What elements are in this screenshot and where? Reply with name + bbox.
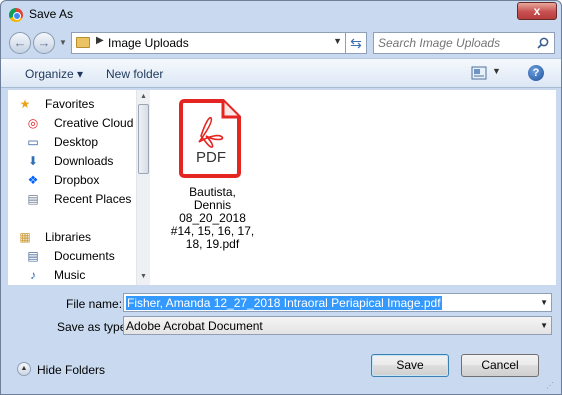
chevron-down-icon[interactable]: ▼ — [540, 321, 548, 330]
sidebar-item-label: Creative Cloud Fi — [54, 116, 136, 130]
chevron-down-icon[interactable]: ▼ — [540, 298, 548, 307]
search-box[interactable] — [373, 32, 555, 54]
close-button[interactable]: x — [517, 2, 557, 20]
sidebar-item-label: Documents — [54, 249, 115, 263]
sidebar-item-creative-cloud-fi[interactable]: ◎ Creative Cloud Fi — [8, 114, 136, 133]
command-bar: Organize ▾ New folder ▼ ? — [1, 58, 561, 88]
sidebar-item-documents[interactable]: ▤ Documents — [8, 247, 136, 266]
chevron-up-icon: ▲ — [17, 362, 31, 376]
downloads-icon: ⬇ — [27, 154, 39, 168]
music-icon: ♪ — [30, 268, 36, 282]
sidebar-item-label: Music — [54, 268, 86, 282]
cancel-button[interactable]: Cancel — [461, 354, 539, 377]
title-bar: Save As x — [1, 1, 561, 28]
sidebar-item-recent-places[interactable]: ▤ Recent Places — [8, 190, 136, 209]
recent-places-icon: ▤ — [27, 192, 39, 206]
sidebar-item-desktop[interactable]: ▭ Desktop — [8, 133, 136, 152]
chrome-icon — [9, 8, 23, 22]
libraries-icon: ▦ — [19, 230, 31, 244]
documents-icon: ▤ — [27, 249, 39, 263]
back-button[interactable]: ← — [9, 32, 31, 54]
sidebar-item-label: Downloads — [54, 154, 114, 168]
creative-cloud-icon: ◎ — [27, 116, 39, 130]
save-form: File name: Fisher, Amanda 12_27_2018 Int… — [1, 286, 561, 394]
save-type-field-label: Save as type: — [57, 320, 130, 334]
navigation-scrollbar[interactable]: ▲ ▼ — [136, 90, 150, 285]
sidebar-item-dropbox[interactable]: ❖ Dropbox — [8, 171, 136, 190]
file-item[interactable]: PDF Bautista, Dennis 08_20_2018 #14, 15,… — [170, 95, 255, 251]
breadcrumb-separator[interactable]: ▶ — [96, 35, 104, 46]
navigation-pane: ★ Favorites ◎ Creative Cloud Fi ▭ Desktop ⬇ Dow… — [8, 90, 148, 285]
search-input[interactable] — [376, 35, 534, 51]
dropbox-icon: ❖ — [27, 173, 39, 187]
breadcrumb[interactable]: Image Uploads — [108, 36, 189, 50]
sidebar-item-label: Dropbox — [54, 173, 100, 187]
sidebar-item-label: Favorites — [45, 97, 95, 111]
save-type-select[interactable]: Adobe Acrobat Document ▼ — [123, 316, 552, 335]
pdf-badge-label: PDF — [196, 149, 226, 166]
save-type-value[interactable]: Adobe Acrobat Document — [126, 319, 263, 333]
file-name-value[interactable]: Fisher, Amanda 12_27_2018 Intraoral Peri… — [126, 296, 442, 310]
folder-icon — [76, 37, 90, 48]
scrollbar-thumb[interactable] — [138, 104, 149, 174]
hide-folders-label: Hide Folders — [37, 363, 106, 377]
navigation-bar: ← → ▼ ▶ Image Uploads ▼ ⇆ — [1, 28, 561, 58]
scroll-up-icon[interactable]: ▲ — [140, 93, 147, 100]
save-as-dialog: Save As x ← → ▼ ▶ Image Uploads ▼ ⇆ Orga… — [0, 0, 562, 395]
save-button[interactable]: Save — [371, 354, 449, 377]
forward-button[interactable]: → — [33, 32, 55, 54]
scroll-down-icon[interactable]: ▼ — [140, 273, 147, 280]
star-icon: ★ — [19, 97, 31, 111]
organize-menu[interactable]: Organize ▾ — [25, 67, 83, 81]
pdf-file-icon: PDF — [179, 99, 241, 178]
sidebar-item-music[interactable]: ♪ Music — [8, 266, 136, 285]
desktop-icon: ▭ — [27, 135, 39, 149]
chevron-down-icon[interactable]: ▼ — [333, 36, 342, 46]
sidebar-item-libraries[interactable]: ▦ Libraries — [8, 228, 136, 247]
sidebar-item-favorites[interactable]: ★ Favorites — [8, 95, 136, 114]
help-button[interactable]: ? — [528, 65, 544, 81]
sidebar-item-label: Libraries — [45, 230, 92, 244]
refresh-button[interactable]: ⇆ — [345, 32, 367, 54]
file-name-field-label: File name: — [66, 297, 123, 311]
refresh-icon: ⇆ — [350, 35, 362, 51]
sidebar-item-label: Recent Places — [54, 192, 132, 206]
file-name-label: Bautista, Dennis 08_20_2018 #14, 15, 16,… — [170, 185, 255, 251]
view-options-dropdown[interactable]: ▼ — [492, 66, 501, 76]
address-bar[interactable]: ▶ Image Uploads ▼ — [71, 32, 347, 54]
new-folder-button[interactable]: New folder — [106, 67, 163, 81]
search-icon[interactable] — [537, 37, 549, 49]
change-view-icon[interactable] — [471, 66, 487, 80]
resize-grip[interactable]: ⋰ — [546, 381, 558, 391]
window-title: Save As — [29, 7, 74, 21]
recent-locations-dropdown[interactable]: ▼ — [59, 38, 67, 48]
file-list: PDF Bautista, Dennis 08_20_2018 #14, 15,… — [150, 90, 556, 285]
sidebar-item-label: Desktop — [54, 135, 99, 149]
file-name-field[interactable]: Fisher, Amanda 12_27_2018 Intraoral Peri… — [123, 293, 552, 312]
sidebar-item-downloads[interactable]: ⬇ Downloads — [8, 152, 136, 171]
